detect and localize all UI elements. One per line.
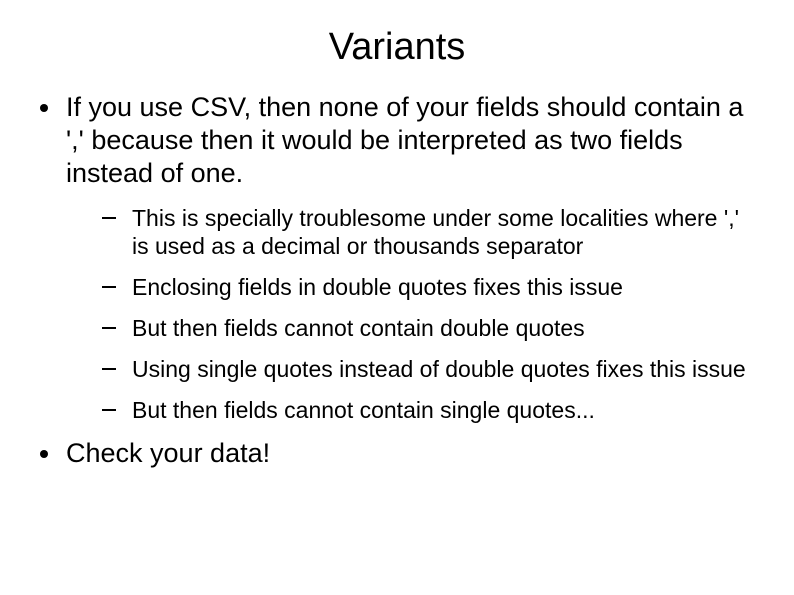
list-item-text: Using single quotes instead of double qu… (132, 355, 746, 383)
bullet-dash-icon (102, 327, 116, 329)
list-item-text: Enclosing fields in double quotes fixes … (132, 273, 623, 301)
bullet-dash-icon (102, 286, 116, 288)
list-item-text: Check your data! (66, 437, 270, 470)
list-item: If you use CSV, then none of your fields… (40, 91, 754, 190)
list-item: This is specially troublesome under some… (102, 204, 754, 260)
bullet-disc-icon (40, 104, 48, 112)
list-item: Check your data! (40, 437, 754, 470)
list-item-text: This is specially troublesome under some… (132, 204, 754, 260)
list-item: Enclosing fields in double quotes fixes … (102, 273, 754, 301)
slide-title: Variants (40, 26, 754, 69)
list-item: But then fields cannot contain double qu… (102, 314, 754, 342)
list-item-text: If you use CSV, then none of your fields… (66, 91, 754, 190)
bullet-disc-icon (40, 450, 48, 458)
bullet-dash-icon (102, 409, 116, 411)
list-item: Using single quotes instead of double qu… (102, 355, 754, 383)
list-item: But then fields cannot contain single qu… (102, 396, 754, 424)
list-item-text: But then fields cannot contain double qu… (132, 314, 585, 342)
slide: Variants If you use CSV, then none of yo… (0, 0, 794, 595)
list-item-text: But then fields cannot contain single qu… (132, 396, 595, 424)
bullet-dash-icon (102, 368, 116, 370)
bullet-dash-icon (102, 217, 116, 219)
